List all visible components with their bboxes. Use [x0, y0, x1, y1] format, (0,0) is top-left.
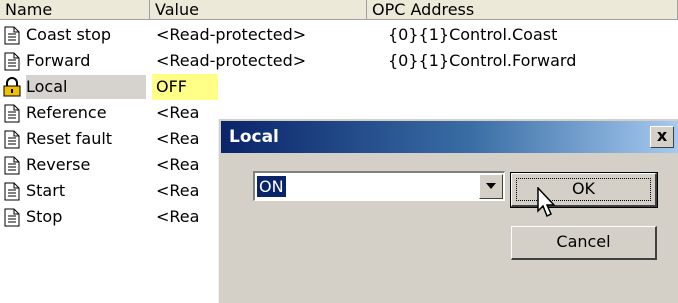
ok-button[interactable]: OK [510, 172, 658, 208]
cancel-label: Cancel [556, 232, 611, 251]
tag-opc-address: {0}{1}Control.Coast [388, 25, 558, 44]
document-icon [4, 182, 20, 201]
document-icon [4, 104, 20, 123]
tag-name: Start [26, 181, 66, 200]
lock-icon [2, 77, 22, 97]
cancel-button[interactable]: Cancel [511, 226, 657, 260]
column-header-name[interactable]: Name [0, 0, 150, 20]
local-dialog: Local x ON OK Cancel [218, 119, 678, 303]
table-header: Name Value OPC Address [0, 0, 678, 22]
dropdown-button[interactable] [479, 174, 503, 199]
tag-name: Stop [26, 207, 63, 226]
select-value: ON [257, 176, 286, 197]
column-header-opc-address[interactable]: OPC Address [367, 0, 678, 20]
document-icon [4, 208, 20, 227]
tag-name: Reverse [26, 155, 91, 174]
tag-name: Reset fault [26, 129, 113, 148]
document-icon [4, 156, 20, 175]
tag-value: <Read-protected> [156, 25, 307, 44]
mouse-cursor-icon [537, 187, 556, 218]
value-select[interactable]: ON [253, 171, 505, 201]
tag-name: Coast stop [26, 25, 112, 44]
tag-value: OFF [156, 77, 187, 96]
dialog-titlebar[interactable]: Local x [221, 121, 678, 153]
document-icon [4, 26, 20, 45]
close-icon: x [656, 126, 668, 145]
document-icon [4, 52, 20, 71]
table-row[interactable]: Forward <Read-protected> {0}{1}Control.For… [0, 48, 678, 74]
tag-opc-address: {0}{1}Control.Forward [388, 51, 577, 70]
document-icon [4, 130, 20, 149]
tag-name: Forward [26, 51, 91, 70]
dialog-title: Local [229, 127, 279, 147]
tag-value: <Read-protected> [156, 51, 307, 70]
tag-opc-address [388, 74, 678, 100]
chevron-down-icon [486, 183, 496, 189]
close-button[interactable]: x [650, 126, 674, 148]
table-row[interactable]: Local OFF [0, 74, 678, 100]
tag-name: Reference [26, 103, 107, 122]
table-row[interactable]: Coast stop <Read-protected> {0}{1}Control.… [0, 22, 678, 48]
column-header-value[interactable]: Value [150, 0, 367, 20]
tag-name: Local [26, 77, 68, 96]
